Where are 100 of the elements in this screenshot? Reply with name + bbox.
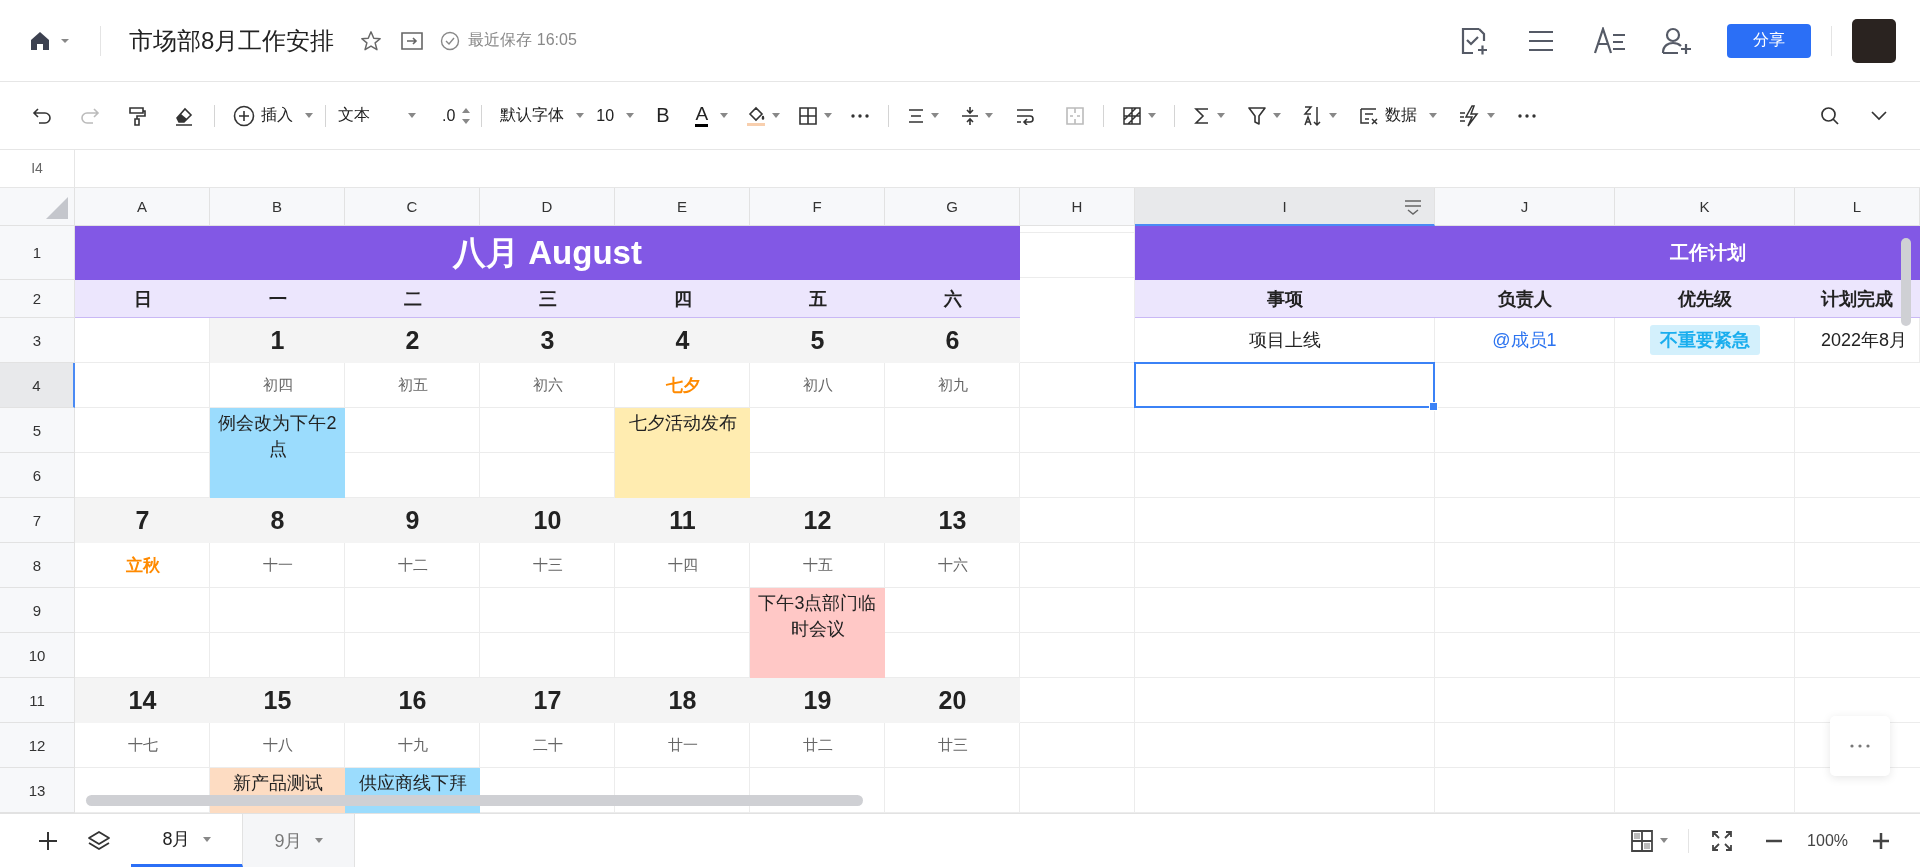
doc-check-icon[interactable] — [1459, 25, 1489, 56]
weekday-header: 六 — [885, 280, 1020, 318]
lunar-date: 十九 — [396, 735, 429, 755]
plan-column-header: 计划完成 — [1795, 280, 1920, 318]
column-header[interactable]: C — [345, 188, 480, 226]
freeze-panes-icon[interactable] — [1122, 105, 1143, 126]
share-button[interactable]: 分享 — [1727, 23, 1811, 58]
menu-icon[interactable] — [1527, 28, 1555, 53]
row-header[interactable]: 10 — [0, 633, 75, 678]
column-header[interactable]: B — [210, 188, 345, 226]
table-cell: 项目上线 — [1135, 318, 1435, 363]
zoom-out-icon[interactable] — [1765, 838, 1784, 843]
plan-column-header: 负责人 — [1435, 280, 1615, 318]
weekday-header: 二 — [345, 280, 480, 318]
sort-icon[interactable] — [1303, 104, 1324, 127]
column-header[interactable]: I — [1135, 188, 1435, 226]
weekday-header: 五 — [750, 280, 885, 318]
selected-cell[interactable] — [1134, 362, 1435, 408]
lunar-date: 初四 — [261, 375, 294, 395]
row-header[interactable]: 1 — [0, 226, 75, 280]
move-to-folder-icon[interactable] — [400, 30, 425, 51]
plan-column-header: 事项 — [1135, 280, 1435, 318]
fill-handle[interactable] — [1429, 402, 1438, 411]
align-icon[interactable] — [907, 107, 926, 124]
date-number: 11 — [615, 498, 750, 543]
column-header[interactable]: F — [750, 188, 885, 226]
date-number: 8 — [210, 498, 345, 543]
date-number: 20 — [885, 678, 1020, 723]
member-mention-link[interactable]: @成员1 — [1492, 328, 1557, 352]
lunar-date: 二十 — [531, 735, 564, 755]
format-painter-icon[interactable] — [128, 105, 146, 126]
column-header[interactable]: E — [615, 188, 750, 226]
row-header[interactable]: 6 — [0, 453, 75, 498]
undo-icon[interactable] — [32, 106, 52, 125]
caret-icon[interactable] — [60, 36, 70, 45]
cell-reference: I4 — [0, 150, 75, 187]
number-format-dropdown[interactable]: 文本 — [332, 99, 422, 132]
font-dropdown[interactable]: 默认字体 — [494, 99, 591, 132]
sheet-tab[interactable]: 9月 — [243, 814, 355, 867]
layers-icon[interactable] — [87, 829, 111, 852]
date-number: 14 — [75, 678, 210, 723]
row-header[interactable]: 5 — [0, 408, 75, 453]
chevron-down-icon[interactable] — [1870, 109, 1888, 122]
lunar-date: 廿二 — [801, 735, 834, 755]
wrap-text-icon[interactable] — [1015, 106, 1036, 125]
borders-icon[interactable] — [798, 105, 819, 126]
add-sheet-icon[interactable] — [37, 829, 59, 852]
date-number: 10 — [480, 498, 615, 543]
insert-button[interactable]: 插入 — [227, 99, 319, 132]
zoom-in-icon[interactable] — [1872, 831, 1890, 850]
row-header[interactable]: 13 — [0, 768, 75, 813]
lunar-date: 七夕 — [664, 375, 701, 397]
font-size-dropdown[interactable]: 10 — [590, 99, 641, 132]
more-icon[interactable] — [850, 112, 871, 119]
weekday-header: 日 — [75, 280, 210, 318]
row-header[interactable]: 2 — [0, 280, 75, 318]
row-header[interactable]: 12 — [0, 723, 75, 768]
merge-cells-icon[interactable] — [1065, 105, 1086, 126]
add-user-icon[interactable] — [1661, 26, 1693, 55]
date-number: 7 — [75, 498, 210, 543]
bold-button[interactable]: B — [650, 99, 676, 132]
row-header[interactable]: 7 — [0, 498, 75, 543]
date-number: 17 — [480, 678, 615, 723]
lunar-date: 十七 — [126, 735, 159, 755]
eraser-icon[interactable] — [174, 105, 194, 126]
decimal-button[interactable]: .0 — [436, 99, 462, 132]
horizontal-scrollbar[interactable] — [86, 795, 863, 806]
column-header[interactable]: L — [1795, 188, 1920, 226]
date-number: 12 — [750, 498, 885, 543]
weekday-header: 一 — [210, 280, 345, 318]
column-header[interactable]: H — [1020, 188, 1135, 226]
text-style-icon[interactable] — [1593, 26, 1627, 55]
sheet-tab[interactable]: 8月 — [131, 814, 243, 867]
fullscreen-icon[interactable] — [1711, 829, 1734, 852]
lunar-date: 廿三 — [936, 735, 969, 755]
row-header[interactable]: 8 — [0, 543, 75, 588]
font-color-button[interactable]: A — [689, 99, 735, 132]
search-icon[interactable] — [1820, 105, 1840, 126]
vertical-align-icon[interactable] — [961, 105, 980, 126]
lunar-date: 十一 — [261, 555, 294, 575]
row-header[interactable]: 3 — [0, 318, 75, 363]
column-menu-icon[interactable] — [1403, 198, 1423, 216]
date-number: 9 — [345, 498, 480, 543]
column-header[interactable]: G — [885, 188, 1020, 226]
more-icon[interactable] — [1517, 112, 1538, 119]
column-header[interactable]: K — [1615, 188, 1795, 226]
row-header[interactable]: 9 — [0, 588, 75, 633]
row-header[interactable]: 11 — [0, 678, 75, 723]
filter-icon[interactable] — [1247, 105, 1268, 126]
date-number: 3 — [480, 318, 615, 363]
column-header[interactable]: D — [480, 188, 615, 226]
star-icon[interactable] — [360, 29, 383, 52]
fill-color-icon[interactable] — [746, 104, 767, 127]
data-button[interactable]: 数据 — [1353, 99, 1444, 132]
vertical-scrollbar[interactable] — [1901, 238, 1911, 326]
row-header[interactable]: 4 — [0, 363, 75, 408]
grid-view-icon[interactable] — [1630, 828, 1655, 853]
avatar[interactable] — [1852, 18, 1896, 63]
column-header[interactable]: A — [75, 188, 210, 226]
column-header[interactable]: J — [1435, 188, 1615, 226]
